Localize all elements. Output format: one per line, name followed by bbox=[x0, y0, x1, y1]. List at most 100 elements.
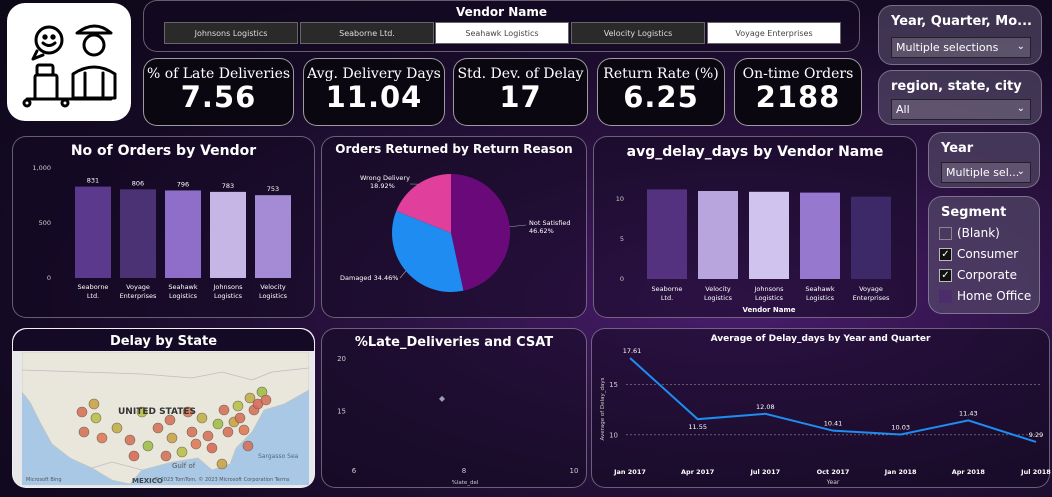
vendor-option-seahawk[interactable]: Seahawk Logistics bbox=[435, 22, 569, 44]
x-axis-title: %late_del bbox=[452, 480, 479, 486]
state-marker bbox=[234, 412, 246, 424]
year-filter-value: Multiple sel... bbox=[946, 166, 1020, 179]
chevron-down-icon: ⌄ bbox=[1016, 166, 1025, 177]
orders-by-vendor-chart: No of Orders by Vendor 0 500 1,000 831 Seabo… bbox=[12, 136, 315, 318]
state-marker bbox=[152, 422, 164, 434]
bar bbox=[210, 191, 246, 278]
orders-by-vendor-plot: 0 500 1,000 831 SeaborneLtd. 806 VoyageEnterpr… bbox=[32, 164, 291, 300]
region-filter-title: region, state, city bbox=[891, 79, 1022, 94]
x-tick-label: Seaborne bbox=[652, 285, 683, 293]
y-tick-label: 0 bbox=[620, 275, 624, 283]
state-marker bbox=[124, 434, 136, 446]
year-filter-dropdown[interactable]: Multiple sel... ⌄ bbox=[941, 162, 1031, 183]
segment-option-consumer[interactable]: ✓ Consumer bbox=[939, 247, 1018, 261]
state-marker bbox=[260, 394, 272, 406]
x-tick-label: Velocity bbox=[705, 285, 731, 293]
x-tick-label: Johnsons bbox=[753, 285, 784, 293]
state-marker bbox=[190, 438, 202, 450]
state-marker bbox=[206, 442, 218, 454]
state-marker bbox=[202, 430, 214, 442]
segment-option-blank[interactable]: (Blank) bbox=[939, 226, 1000, 240]
x-tick-label: Logistics bbox=[169, 292, 198, 300]
y-tick-label: 500 bbox=[39, 219, 51, 227]
data-label: 12.08 bbox=[756, 403, 775, 411]
data-label: 17.61 bbox=[623, 347, 642, 355]
kpi-std-dev-delay-value: 17 bbox=[499, 80, 542, 114]
x-tick-label: Oct 2017 bbox=[817, 468, 850, 476]
bar bbox=[851, 196, 891, 279]
x-tick-label: 6 bbox=[352, 467, 357, 475]
chevron-down-icon: ⌄ bbox=[1016, 103, 1025, 114]
slice-label: Damaged 34.46% bbox=[340, 274, 398, 282]
late-deliveries-csat-chart: %Late_Deliveries and CSAT 15 20 6 8 10 %late_… bbox=[321, 328, 587, 488]
region-filter-value: All bbox=[896, 103, 910, 116]
scatter-plot: 15 20 6 8 10 %late_del bbox=[337, 355, 579, 486]
vendor-option-velocity[interactable]: Velocity Logistics bbox=[571, 22, 705, 44]
x-tick-label: Voyage bbox=[126, 283, 150, 291]
segment-option-label: Consumer bbox=[957, 247, 1019, 261]
checkmark-icon: ✓ bbox=[939, 247, 952, 261]
x-tick-label: Seahawk bbox=[168, 283, 198, 291]
state-marker bbox=[111, 422, 123, 434]
region-filter-slicer: region, state, city All ⌄ bbox=[878, 70, 1042, 125]
map-canvas[interactable]: UNITED STATES Gulf of MEXICO Sargasso Se… bbox=[22, 352, 309, 485]
state-marker bbox=[222, 426, 234, 438]
avg-delay-plot: 0510SeaborneLtd.VelocityLogisticsJohnson… bbox=[616, 189, 891, 314]
state-marker bbox=[78, 426, 90, 438]
leader-line bbox=[399, 270, 407, 279]
y-axis-title: Average of Delay_days bbox=[600, 377, 606, 440]
date-filter-dropdown[interactable]: Multiple selections ⌄ bbox=[891, 37, 1031, 58]
map-sea-label: Sargasso Sea bbox=[258, 453, 299, 460]
map-country-label: UNITED STATES bbox=[118, 407, 196, 417]
x-tick-label: 8 bbox=[462, 467, 466, 475]
x-tick-label: Apr 2017 bbox=[681, 468, 714, 476]
segment-option-corporate[interactable]: ✓ Corporate bbox=[939, 268, 1017, 282]
year-filter-title: Year bbox=[941, 141, 974, 156]
map-gulf-label: Gulf of bbox=[172, 462, 196, 470]
map-title: Delay by State bbox=[109, 334, 218, 349]
y-tick-label: 10 bbox=[616, 195, 624, 203]
bar bbox=[165, 190, 201, 278]
y-tick-label: 20 bbox=[337, 355, 346, 363]
delivery-person-icon bbox=[22, 24, 117, 108]
vendor-option-voyage[interactable]: Voyage Enterprises bbox=[707, 22, 841, 44]
segment-option-label: Corporate bbox=[957, 268, 1017, 282]
state-marker bbox=[232, 400, 244, 412]
data-label: 831 bbox=[87, 177, 99, 185]
y-tick-label: 5 bbox=[620, 235, 624, 243]
x-tick-label: Logistics bbox=[214, 292, 243, 300]
chevron-down-icon: ⌄ bbox=[1016, 41, 1025, 52]
kpi-avg-delivery-days: Avg. Delivery Days 11.04 bbox=[303, 58, 445, 126]
vendor-option-johnsons[interactable]: Johnsons Logistics bbox=[164, 22, 298, 44]
x-tick-label: Enterprises bbox=[853, 294, 890, 302]
state-marker bbox=[128, 450, 140, 462]
data-label: 806 bbox=[132, 179, 144, 187]
state-marker bbox=[96, 432, 108, 444]
kpi-std-dev-delay: Std. Dev. of Delay 17 bbox=[453, 58, 588, 126]
x-tick-label: Jul 2018 bbox=[1020, 468, 1051, 476]
segment-option-home-office[interactable]: Home Office bbox=[939, 289, 1031, 303]
y-tick-label: 10 bbox=[609, 431, 618, 439]
map-attribution[interactable]: © 2023 TomTom, © 2023 Microsoft Corporat… bbox=[154, 476, 290, 483]
x-tick-label: Jan 2018 bbox=[884, 468, 917, 476]
state-marker bbox=[186, 426, 198, 438]
vendor-option-seaborne[interactable]: Seaborne Ltd. bbox=[300, 22, 434, 44]
bar bbox=[749, 191, 789, 279]
kpi-avg-delivery-days-value: 11.04 bbox=[325, 80, 423, 114]
segment-option-label: Home Office bbox=[957, 289, 1032, 303]
region-filter-dropdown[interactable]: All ⌄ bbox=[891, 99, 1031, 120]
x-tick-label: Apr 2018 bbox=[952, 468, 986, 476]
slice-label: Wrong Delivery bbox=[360, 174, 410, 182]
y-tick-label: 0 bbox=[47, 274, 51, 282]
bar bbox=[698, 191, 738, 279]
kpi-late-deliveries: % of Late Deliveries 7.56 bbox=[143, 58, 294, 126]
y-tick-label: 15 bbox=[609, 381, 618, 389]
state-marker bbox=[196, 412, 208, 424]
state-marker bbox=[160, 450, 172, 462]
bar bbox=[800, 192, 840, 279]
bing-logo: Microsoft Bing bbox=[26, 477, 62, 483]
x-tick-label: Enterprises bbox=[120, 292, 157, 300]
delay-by-quarter-chart: Average of Delay_days by Year and Quarte… bbox=[591, 328, 1051, 488]
x-tick-label: 10 bbox=[570, 467, 579, 475]
date-filter-value: Multiple selections bbox=[896, 41, 999, 54]
